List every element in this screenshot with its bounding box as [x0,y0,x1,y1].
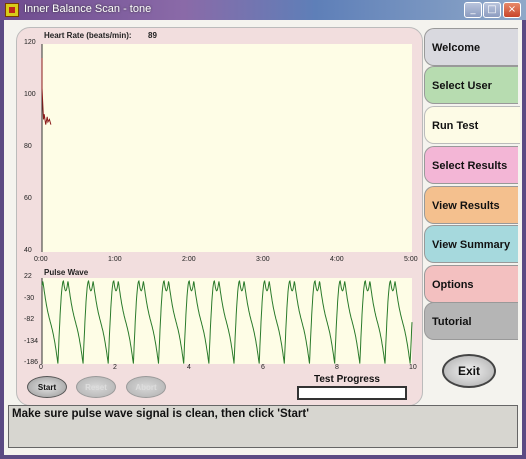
exit-button[interactable]: Exit [442,354,496,388]
start-button[interactable]: Start [27,376,67,398]
tab-select-user[interactable]: Select User [424,66,518,104]
test-progress-label: Test Progress [314,374,380,385]
abort-button[interactable]: Abort [126,376,166,398]
tab-options[interactable]: Options [424,265,518,303]
tab-view-results[interactable]: View Results [424,186,518,224]
test-progress-bar [297,386,407,400]
tab-view-summary[interactable]: View Summary [424,225,518,263]
tab-select-results[interactable]: Select Results [424,146,518,184]
tab-welcome[interactable]: Welcome [424,28,518,66]
app-window: Inner Balance Scan - tone _ □ × Heart Ra… [0,0,526,459]
pulse-wave-series-line [41,279,413,364]
tab-run-test[interactable]: Run Test [424,106,520,144]
tab-tutorial[interactable]: Tutorial [424,302,518,340]
status-bar: Make sure pulse wave signal is clean, th… [8,405,518,448]
reset-button[interactable]: Reset [76,376,116,398]
heart-rate-series-line [41,58,52,125]
status-message: Make sure pulse wave signal is clean, th… [12,408,309,420]
